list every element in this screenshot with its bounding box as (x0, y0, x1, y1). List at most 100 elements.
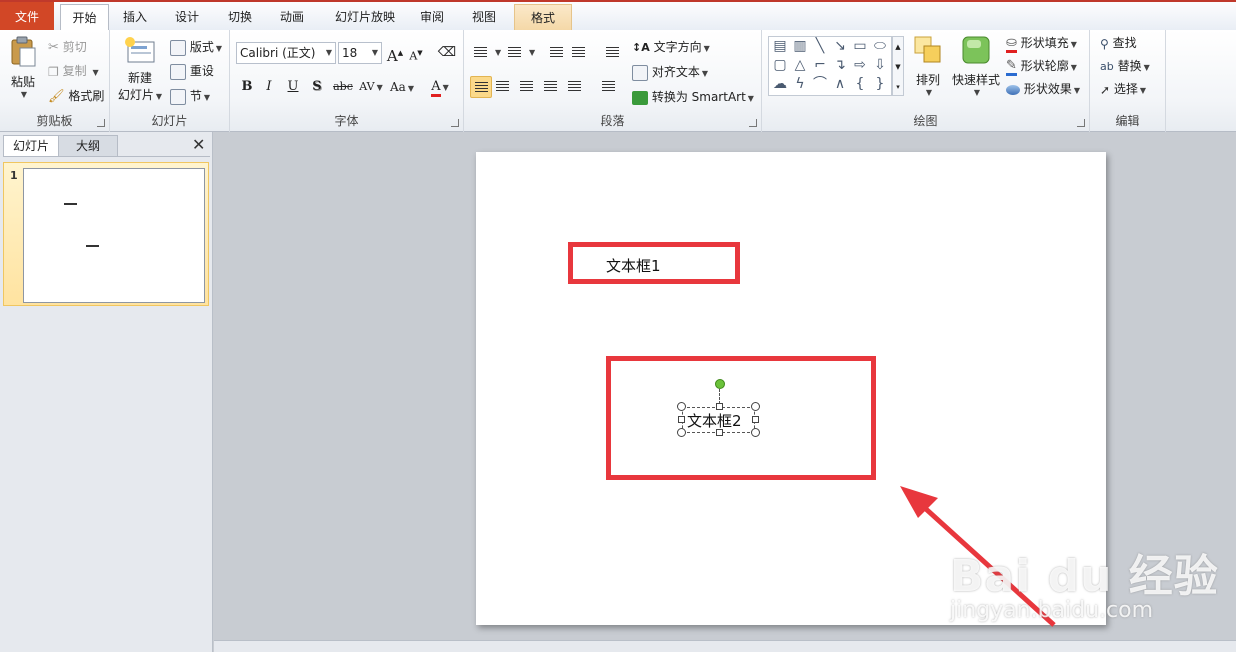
line-shape-icon[interactable]: ╲ (811, 38, 829, 54)
resize-handle-s[interactable] (716, 429, 723, 436)
clear-format-icon[interactable]: ⌫ (436, 42, 458, 64)
quick-styles-button[interactable]: 快速样式 ▼ (950, 34, 1002, 97)
rounded-rect-shape-icon[interactable]: ▢ (771, 57, 789, 73)
tab-slideshow[interactable]: 幻灯片放映 (325, 4, 405, 32)
resize-handle-ne[interactable] (751, 402, 760, 411)
resize-handle-sw[interactable] (677, 428, 686, 437)
arrange-button[interactable]: 排列 ▼ (910, 34, 946, 97)
arrow-line-shape-icon[interactable]: ↘ (831, 38, 849, 54)
rotation-handle[interactable] (715, 379, 725, 389)
align-center-button[interactable] (492, 76, 514, 98)
rotation-line (719, 389, 720, 404)
freeform-shape-icon[interactable]: ∧ (831, 76, 849, 92)
tab-animations[interactable]: 动画 (270, 4, 314, 32)
paste-button[interactable]: 粘贴 ▼ (6, 36, 40, 99)
bullets-button[interactable] (470, 42, 492, 64)
line-spacing-button[interactable] (602, 42, 624, 64)
align-right-button[interactable] (516, 76, 538, 98)
italic-button[interactable]: I (258, 76, 280, 98)
bold-button[interactable]: B (236, 76, 258, 98)
select-button[interactable]: ➚ 选择 ▼ (1100, 80, 1146, 97)
chevron-down-icon[interactable]: ▼ (495, 48, 501, 57)
layout-button[interactable]: 版式 ▼ (170, 38, 222, 56)
dialog-launcher-icon[interactable] (1077, 119, 1085, 127)
font-size-combo[interactable]: 18 ▼ (338, 42, 382, 64)
resize-handle-se[interactable] (751, 428, 760, 437)
change-case-button[interactable]: Aa ▼ (388, 76, 416, 98)
textbox-2-selected[interactable]: 文本框2 (677, 379, 760, 437)
rectangle-shape-icon[interactable]: ▭ (851, 38, 869, 54)
gallery-scroll[interactable]: ▲ ▼ ▾ (892, 36, 904, 96)
font-color-button[interactable]: A ▼ (426, 76, 454, 98)
columns-button[interactable] (598, 76, 620, 98)
tab-review[interactable]: 审阅 (410, 4, 454, 32)
align-text-button[interactable]: 对齐文本 ▼ (632, 63, 708, 81)
section-button[interactable]: 节 ▼ (170, 87, 210, 105)
shape-outline-button[interactable]: ✎ 形状轮廓 ▼ (1006, 57, 1077, 76)
shape-fill-button[interactable]: ⛀ 形状填充 ▼ (1006, 34, 1077, 53)
dialog-launcher-icon[interactable] (451, 119, 459, 127)
resize-handle-e[interactable] (752, 416, 759, 423)
shape-outline-label: 形状轮廓 (1020, 59, 1069, 73)
align-left-button[interactable] (470, 76, 492, 98)
right-arrow-shape-icon[interactable]: ⇨ (851, 57, 869, 73)
reset-button[interactable]: 重设 (170, 62, 214, 80)
replace-button[interactable]: ab 替换 ▼ (1100, 57, 1150, 74)
vertical-textbox-shape-icon[interactable]: ▥ (791, 38, 809, 54)
increase-indent-button[interactable] (568, 42, 590, 64)
new-slide-button[interactable]: 新建 幻灯片 ▼ (116, 36, 164, 103)
dialog-launcher-icon[interactable] (749, 119, 757, 127)
tab-format[interactable]: 格式 (514, 4, 572, 32)
bullets-icon (474, 47, 487, 58)
justify-button[interactable] (540, 76, 562, 98)
lightning-shape-icon[interactable]: ϟ (791, 76, 809, 92)
elbow-arrow-icon[interactable]: ↴ (831, 57, 849, 73)
textbox-shape-icon[interactable]: ▤ (771, 38, 789, 54)
decrease-indent-button[interactable] (546, 42, 568, 64)
tab-view[interactable]: 视图 (462, 4, 506, 32)
grow-font-button[interactable]: A▲ (384, 42, 406, 65)
shrink-font-button[interactable]: A▼ (405, 42, 427, 64)
down-arrow-shape-icon[interactable]: ⇩ (871, 57, 889, 73)
slide-canvas[interactable]: 文本框1 文本框2 (476, 152, 1106, 625)
align-left-icon (475, 82, 488, 93)
tab-home[interactable]: 开始 (60, 4, 109, 33)
arc-shape-icon[interactable]: ⌒ (811, 76, 829, 92)
oval-shape-icon[interactable]: ⬭ (871, 38, 889, 54)
left-brace-icon[interactable]: { (851, 76, 869, 92)
distributed-button[interactable] (564, 76, 586, 98)
text-direction-button[interactable]: ↕A 文字方向 ▼ (632, 38, 710, 55)
numbering-button[interactable] (504, 42, 526, 64)
slide-thumbnail[interactable] (23, 168, 205, 303)
underline-button[interactable]: U (282, 76, 304, 98)
shape-effects-button[interactable]: 形状效果 ▼ (1006, 80, 1080, 97)
resize-handle-nw[interactable] (677, 402, 686, 411)
triangle-shape-icon[interactable]: △ (791, 57, 809, 73)
right-brace-icon[interactable]: } (871, 76, 889, 92)
tab-outline-pane[interactable]: 大纲 (58, 135, 118, 157)
tab-transitions[interactable]: 切换 (218, 4, 262, 32)
resize-handle-w[interactable] (678, 416, 685, 423)
format-painter-button[interactable]: 🖌 格式刷 (48, 87, 104, 104)
elbow-connector-icon[interactable]: ⌐ (811, 57, 829, 73)
resize-handle-n[interactable] (716, 403, 723, 410)
copy-button[interactable]: ❐ 复制 ▼ (48, 62, 99, 79)
tab-slides-pane[interactable]: 幻灯片 (3, 135, 59, 157)
tab-design[interactable]: 设计 (165, 4, 209, 32)
shadow-button[interactable]: S (306, 76, 328, 98)
shapes-gallery[interactable]: ▤ ▥ ╲ ↘ ▭ ⬭ ▢ △ ⌐ ↴ ⇨ ⇩ ☁ ϟ ⌒ ∧ { } (768, 36, 892, 96)
char-spacing-button[interactable]: AV ▼ (358, 76, 384, 98)
slide-thumbnail-selected[interactable]: 1 (3, 162, 209, 306)
cut-button[interactable]: ✂ 剪切 (48, 38, 87, 55)
close-icon[interactable]: ✕ (192, 136, 205, 154)
convert-smartart-button[interactable]: 转换为 SmartArt ▼ (632, 88, 754, 105)
chevron-down-icon[interactable]: ▼ (529, 48, 535, 57)
textbox-1[interactable]: 文本框1 (606, 255, 661, 276)
callout-shape-icon[interactable]: ☁ (771, 76, 789, 92)
strikethrough-button[interactable]: abc (330, 76, 356, 98)
find-button[interactable]: ⚲ 查找 (1100, 34, 1137, 51)
font-name-combo[interactable]: Calibri (正文) ▼ (236, 42, 336, 64)
tab-file[interactable]: 文件 (0, 2, 54, 32)
tab-insert[interactable]: 插入 (113, 4, 157, 32)
dialog-launcher-icon[interactable] (97, 119, 105, 127)
